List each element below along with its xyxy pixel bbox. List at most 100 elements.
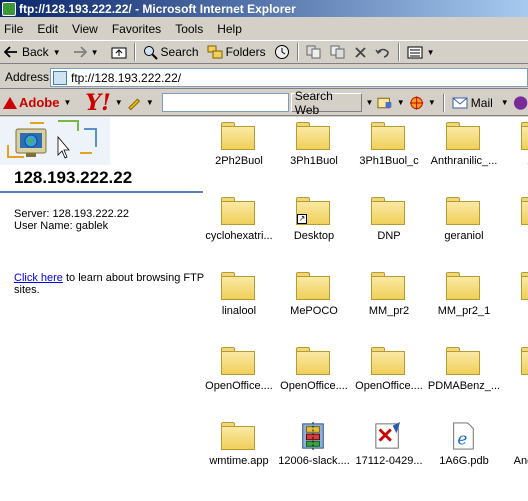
folder-icon xyxy=(371,197,405,225)
search-icon xyxy=(143,45,158,60)
copy-to-icon xyxy=(330,45,345,59)
bookmark-icon[interactable] xyxy=(377,96,392,110)
search-web-button[interactable]: Search Web xyxy=(290,89,362,117)
move-to-button[interactable] xyxy=(302,42,326,62)
menu-favorites[interactable]: Favorites xyxy=(112,22,161,36)
file-item[interactable]: wmtime.app xyxy=(201,417,277,487)
file-label: Anthranilic_... xyxy=(430,155,498,167)
file-item[interactable]: OpenOffice.... xyxy=(351,342,427,412)
file-item[interactable]: Anth xyxy=(501,117,528,187)
menu-file[interactable]: File xyxy=(4,22,23,36)
file-item[interactable]: 3Ph1Buol_c xyxy=(351,117,427,187)
file-item[interactable]: GM xyxy=(501,192,528,262)
file-item[interactable]: MePOCO xyxy=(276,267,352,337)
undo-icon xyxy=(374,48,389,58)
toolbar-separator xyxy=(442,93,445,112)
address-field[interactable] xyxy=(50,68,528,87)
file-label: Anth xyxy=(501,155,528,167)
target-icon[interactable] xyxy=(409,95,424,111)
undo-button[interactable] xyxy=(371,42,395,62)
views-button[interactable]: ▼ xyxy=(403,42,443,62)
address-input[interactable] xyxy=(71,70,451,85)
history-button[interactable] xyxy=(270,42,294,62)
file-item[interactable]: PDMABenz_... xyxy=(426,342,502,412)
adobe-yahoo-toolbar: Adobe ▼ Y! ▼ ▼ Search Web ▼ ▼ ▼ Mail ▼ xyxy=(0,89,528,117)
file-item[interactable]: 17112-0429... xyxy=(351,417,427,487)
highlight-pen-icon[interactable] xyxy=(127,96,142,110)
file-item[interactable]: OpenOffice.... xyxy=(276,342,352,412)
file-item[interactable]: geraniol xyxy=(426,192,502,262)
views-dropdown-icon[interactable]: ▼ xyxy=(427,48,435,57)
forward-button[interactable]: ▼ xyxy=(69,42,107,62)
file-item[interactable]: 12006-slack.... xyxy=(276,417,352,487)
file-label: MM_pr2 xyxy=(368,305,410,317)
target-dropdown-icon[interactable]: ▼ xyxy=(428,98,436,107)
folder-icon xyxy=(521,347,528,375)
ftp-page-icon xyxy=(53,70,67,85)
file-item[interactable]: MM_pr2_1 xyxy=(426,267,502,337)
back-dropdown-icon[interactable]: ▼ xyxy=(53,48,61,57)
adobe-label: Adobe xyxy=(19,95,60,110)
file-label: MM xyxy=(501,305,528,317)
menu-help[interactable]: Help xyxy=(217,22,242,36)
file-item[interactable]: Quiz xyxy=(501,342,528,412)
file-item[interactable]: 3Ph1Buol xyxy=(276,117,352,187)
folder-icon xyxy=(221,122,255,150)
file-item[interactable]: e 1A6G.pdb xyxy=(426,417,502,487)
delete-button[interactable] xyxy=(350,42,371,62)
file-item[interactable]: DNP xyxy=(351,192,427,262)
file-item[interactable]: Anthranilic_... xyxy=(426,117,502,187)
image-file-icon xyxy=(375,422,401,449)
file-item[interactable]: MM xyxy=(501,267,528,337)
folder-icon xyxy=(446,197,480,225)
views-icon xyxy=(407,46,423,58)
forward-dropdown-icon[interactable]: ▼ xyxy=(91,48,99,57)
connection-info: Server: 128.193.222.22 User Name: gablek xyxy=(14,208,129,232)
ftp-content-area: 128.193.222.22 Server: 128.193.222.22 Us… xyxy=(0,117,528,501)
file-item[interactable]: OpenOffice.... xyxy=(201,342,277,412)
menu-bar: File Edit View Favorites Tools Help xyxy=(0,19,528,39)
mail-dropdown-icon[interactable]: ▼ xyxy=(501,98,509,107)
adobe-button[interactable]: Adobe xyxy=(3,95,59,110)
click-here-link[interactable]: Click here xyxy=(14,272,63,284)
file-item[interactable]: Ang Partic xyxy=(501,417,528,487)
file-label: 3Ph1Buol_c xyxy=(359,155,419,167)
file-label: 17112-0429... xyxy=(355,455,423,467)
browse-help-text: Click here to learn about browsing FTP s… xyxy=(14,272,204,296)
mail-button[interactable]: Mail xyxy=(448,93,497,113)
web-view-pane: 128.193.222.22 Server: 128.193.222.22 Us… xyxy=(0,117,204,501)
up-folder-icon xyxy=(111,47,127,59)
mail-label: Mail xyxy=(470,95,493,110)
yahoo-logo[interactable]: Y! xyxy=(85,90,110,116)
adobe-dropdown-icon[interactable]: ▼ xyxy=(63,98,71,107)
bookmark-dropdown-icon[interactable]: ▼ xyxy=(397,98,405,107)
file-item[interactable]: 2Ph2Buol xyxy=(201,117,277,187)
title-bar: ftp://128.193.222.22/ - Microsoft Intern… xyxy=(0,0,528,17)
address-bar: Address xyxy=(0,65,528,89)
shortcut-arrow-icon: ↗ xyxy=(297,214,307,224)
up-folder-button[interactable] xyxy=(107,42,131,62)
menu-tools[interactable]: Tools xyxy=(175,22,203,36)
folders-button[interactable]: Folders xyxy=(203,42,270,62)
folder-icon xyxy=(296,272,330,300)
yahoo-messenger-icon[interactable] xyxy=(513,95,528,111)
search-web-dropdown-icon[interactable]: ▼ xyxy=(366,98,374,107)
server-line: Server: 128.193.222.22 xyxy=(14,208,129,220)
file-label: PDMABenz_... xyxy=(427,380,501,392)
back-button[interactable]: Back ▼ xyxy=(0,42,69,62)
file-item[interactable]: linalool xyxy=(201,267,277,337)
folder-icon xyxy=(371,272,405,300)
pen-dropdown-icon[interactable]: ▼ xyxy=(146,98,154,107)
file-item[interactable]: cyclohexatri... xyxy=(201,192,277,262)
copy-to-button[interactable] xyxy=(326,42,350,62)
file-item[interactable]: MM_pr2 xyxy=(351,267,427,337)
menu-view[interactable]: View xyxy=(72,22,98,36)
search-button[interactable]: Search xyxy=(139,42,203,62)
file-label: Desktop xyxy=(293,230,335,242)
menu-edit[interactable]: Edit xyxy=(37,22,58,36)
yahoo-dropdown-icon[interactable]: ▼ xyxy=(115,98,123,107)
file-label: Ang Partic xyxy=(513,455,528,467)
file-item[interactable]: ↗ Desktop xyxy=(276,192,352,262)
file-label: geraniol xyxy=(444,230,484,242)
yahoo-search-input[interactable] xyxy=(161,93,289,112)
